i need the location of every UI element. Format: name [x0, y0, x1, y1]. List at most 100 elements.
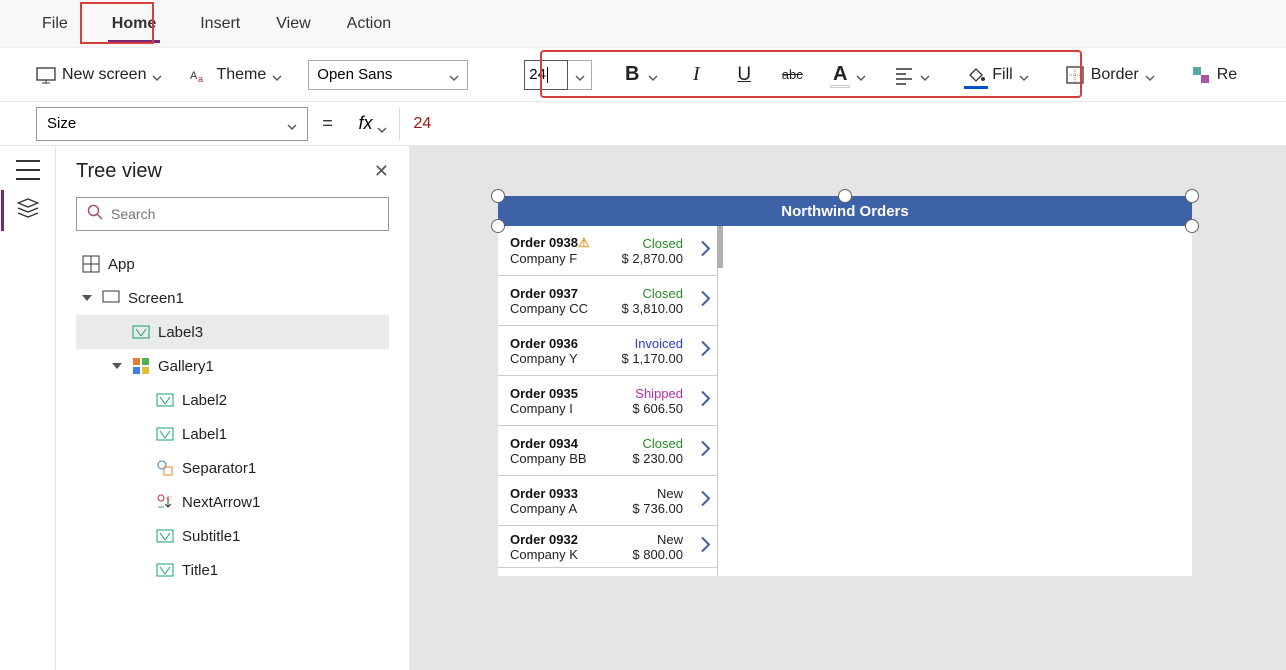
reorder-button[interactable]: Re: [1189, 61, 1239, 89]
close-icon[interactable]: ✕: [374, 161, 389, 182]
orders-gallery[interactable]: Order 0938⚠ Company F Closed $ 2,870.00 …: [498, 226, 718, 576]
tree-item-separator1[interactable]: Separator1: [76, 451, 389, 485]
order-status: Closed: [622, 286, 683, 301]
tree-item-app[interactable]: App: [76, 247, 389, 281]
menu-insert[interactable]: Insert: [194, 11, 246, 37]
border-button[interactable]: Border: [1063, 61, 1157, 89]
app-icon: [82, 255, 100, 273]
property-select[interactable]: Size: [36, 107, 308, 141]
order-number: Order 0936: [510, 336, 622, 351]
fx-button[interactable]: fx: [347, 107, 400, 141]
theme-button[interactable]: Aa Theme: [188, 61, 284, 89]
text-cursor-icon: [547, 67, 548, 83]
italic-button[interactable]: I: [684, 61, 708, 89]
label-icon: [132, 323, 150, 341]
order-company: Company K: [510, 547, 632, 562]
label-icon: [156, 527, 174, 545]
main-area: Tree view ✕ App Screen1 Label3 Gallery1: [0, 146, 1286, 670]
gallery-icon: [132, 357, 150, 375]
order-row[interactable]: Order 0934 Company BB Closed $ 230.00: [498, 426, 717, 476]
align-icon: [894, 65, 914, 85]
label-icon: [156, 391, 174, 409]
tree-item-label3[interactable]: Label3: [76, 315, 389, 349]
selection-handle[interactable]: [491, 189, 505, 203]
chevron-down-icon: [272, 70, 282, 80]
order-row[interactable]: Order 0936 Company Y Invoiced $ 1,170.00: [498, 326, 717, 376]
underline-button[interactable]: U: [732, 61, 756, 89]
strikethrough-icon: abc: [782, 65, 802, 85]
font-family-select[interactable]: Open Sans: [308, 60, 468, 90]
menu-action[interactable]: Action: [341, 11, 397, 37]
scrollbar-thumb[interactable]: [717, 226, 723, 268]
svg-text:♡: ♡: [166, 495, 172, 503]
font-size-input[interactable]: 24: [524, 60, 568, 90]
ribbon-toolbar: New screen Aa Theme Open Sans 24 B I U a…: [0, 48, 1286, 102]
order-amount: $ 3,810.00: [622, 301, 683, 316]
italic-icon: I: [686, 65, 706, 85]
order-company: Company F: [510, 251, 622, 266]
bold-icon: B: [622, 65, 642, 85]
tree-view-rail-button[interactable]: [17, 198, 39, 223]
order-amount: $ 800.00: [632, 547, 683, 562]
order-amount: $ 1,170.00: [622, 351, 683, 366]
search-field[interactable]: [111, 206, 378, 222]
new-screen-button[interactable]: New screen: [34, 61, 164, 89]
tree-item-label: Screen1: [128, 290, 184, 307]
order-row[interactable]: Order 0935 Company I Shipped $ 606.50: [498, 376, 717, 426]
chevron-down-icon: [920, 70, 930, 80]
selection-handle[interactable]: [1185, 219, 1199, 233]
tree-item-label: App: [108, 256, 135, 273]
menu-view[interactable]: View: [270, 11, 316, 37]
selection-handle[interactable]: [838, 189, 852, 203]
theme-label: Theme: [216, 66, 266, 84]
tree-item-label2[interactable]: Label2: [76, 383, 389, 417]
chevron-down-icon: [1145, 70, 1155, 80]
chevron-right-icon[interactable]: [699, 438, 713, 463]
order-row[interactable]: Order 0933 Company A New $ 736.00: [498, 476, 717, 526]
tree-view-title: Tree view: [76, 160, 162, 183]
order-row[interactable]: Order 0938⚠ Company F Closed $ 2,870.00: [498, 226, 717, 276]
new-screen-label: New screen: [62, 66, 146, 84]
chevron-right-icon[interactable]: [699, 534, 713, 559]
expand-icon[interactable]: [82, 295, 92, 301]
formula-input[interactable]: 24: [414, 115, 432, 133]
tree-item-label1[interactable]: Label1: [76, 417, 389, 451]
order-status: Invoiced: [622, 336, 683, 351]
chevron-right-icon[interactable]: [699, 288, 713, 313]
tree-item-title1[interactable]: Title1: [76, 553, 389, 587]
chevron-down-icon: [575, 70, 585, 80]
order-status: Closed: [632, 436, 683, 451]
order-row[interactable]: Order 0937 Company CC Closed $ 3,810.00: [498, 276, 717, 326]
nextarrow-icon: ♡: [156, 493, 174, 511]
order-company: Company CC: [510, 301, 622, 316]
fill-button[interactable]: Fill: [964, 61, 1030, 89]
tree-item-nextarrow1[interactable]: ♡ NextArrow1: [76, 485, 389, 519]
strikethrough-button[interactable]: abc: [780, 61, 804, 89]
order-row[interactable]: Order 0932 Company K New $ 800.00: [498, 526, 717, 568]
reorder-icon: [1191, 65, 1211, 85]
chevron-right-icon[interactable]: [699, 238, 713, 263]
border-icon: [1065, 65, 1085, 85]
font-size-dropdown[interactable]: [568, 60, 592, 90]
chevron-right-icon[interactable]: [699, 388, 713, 413]
chevron-right-icon[interactable]: [699, 338, 713, 363]
selection-handle[interactable]: [1185, 189, 1199, 203]
reorder-label: Re: [1217, 66, 1237, 84]
tree-item-gallery1[interactable]: Gallery1: [76, 349, 389, 383]
align-button[interactable]: [892, 61, 932, 89]
bold-button[interactable]: B: [620, 61, 660, 89]
expand-icon[interactable]: [112, 363, 122, 369]
tree-item-subtitle1[interactable]: Subtitle1: [76, 519, 389, 553]
hamburger-icon[interactable]: [16, 160, 40, 180]
label-icon: [156, 425, 174, 443]
tree-item-screen1[interactable]: Screen1: [76, 281, 389, 315]
menu-file[interactable]: File: [36, 11, 74, 37]
warning-icon: ⚠: [578, 235, 590, 250]
chevron-right-icon[interactable]: [699, 488, 713, 513]
tree-search-input[interactable]: [76, 197, 389, 231]
menu-home[interactable]: Home: [98, 7, 170, 41]
font-color-button[interactable]: A: [828, 61, 868, 89]
app-screen[interactable]: Northwind Orders Order 0938⚠ Company F C…: [498, 196, 1192, 576]
canvas-area[interactable]: Northwind Orders Order 0938⚠ Company F C…: [410, 146, 1286, 670]
formula-bar: Size = fx 24: [0, 102, 1286, 146]
